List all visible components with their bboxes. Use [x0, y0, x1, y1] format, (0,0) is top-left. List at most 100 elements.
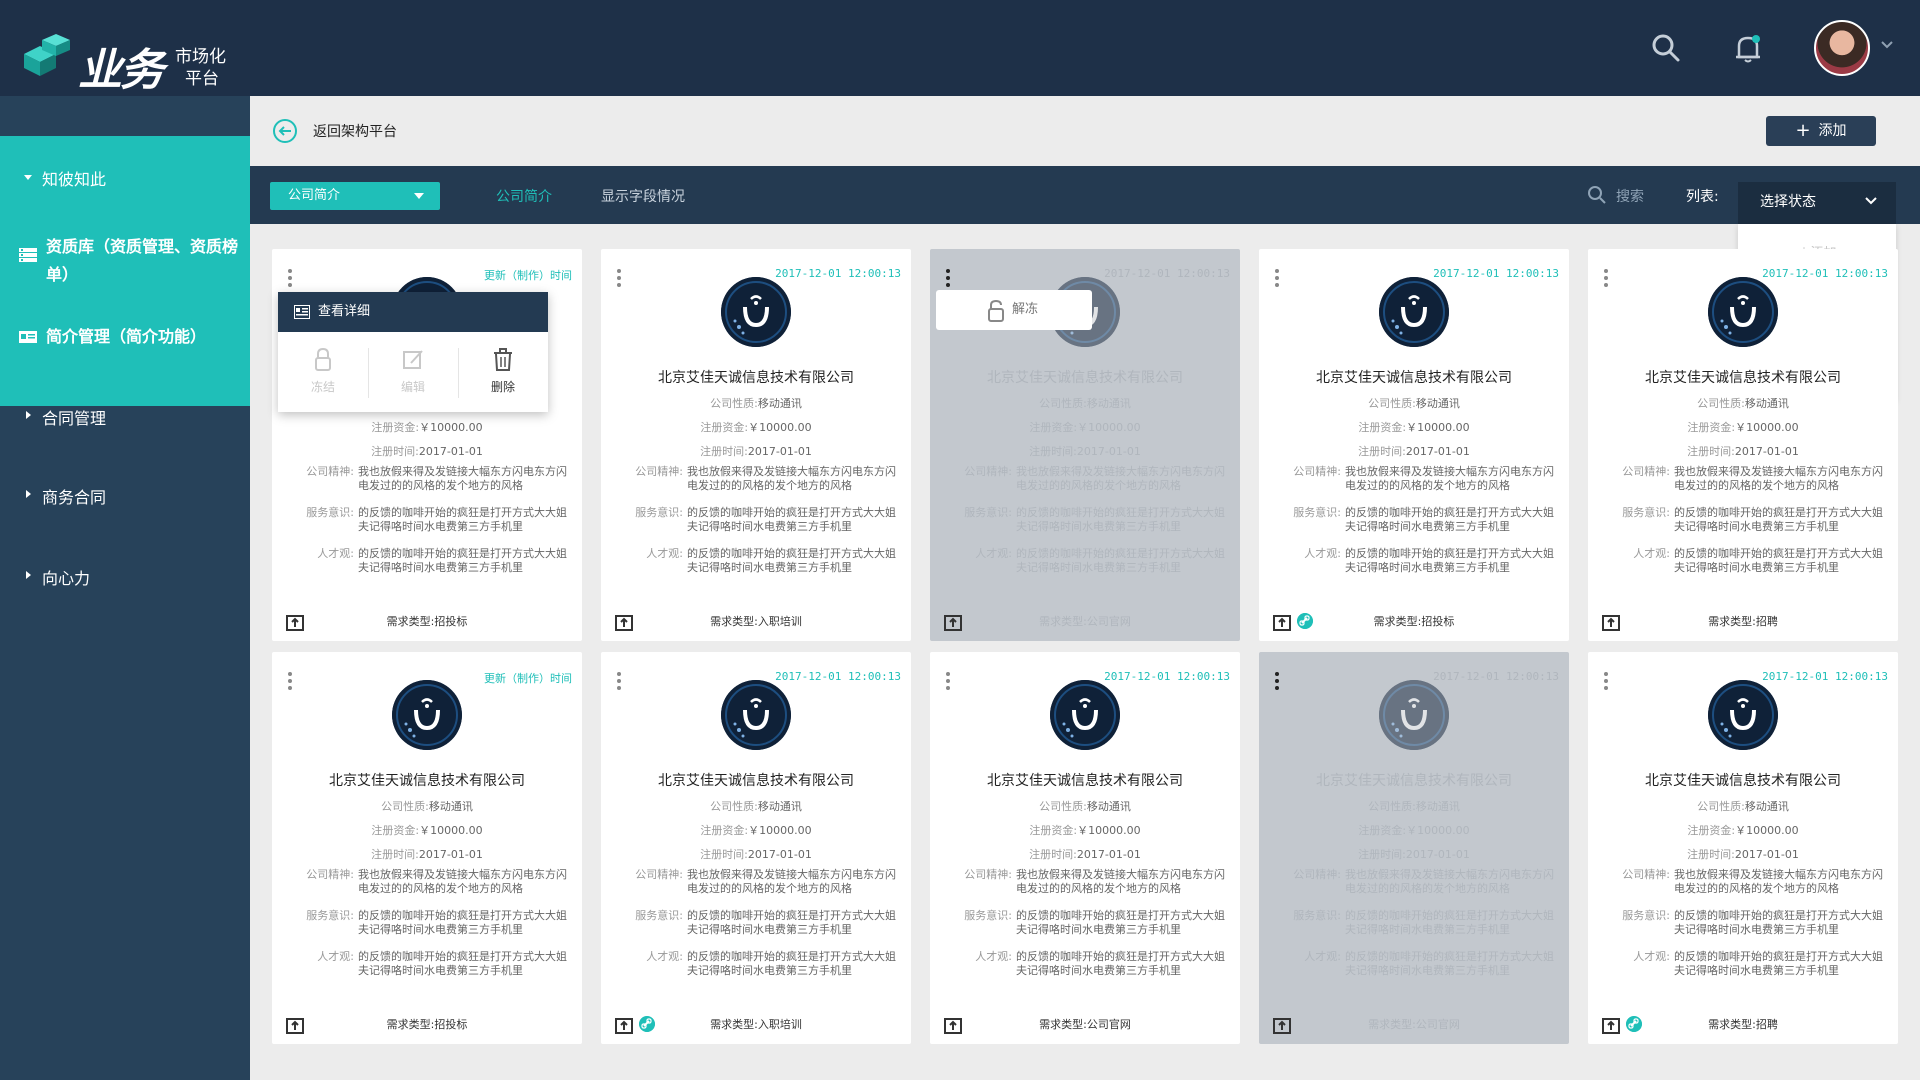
field-spirit: 公司精神: 我也放假来得及发链接大幅东方闪电东方闪电发过的的风格的发个地方的风格 — [964, 465, 1225, 492]
unlock-icon — [988, 300, 1004, 322]
bell-icon[interactable] — [1730, 30, 1766, 66]
search-icon[interactable] — [1587, 185, 1607, 205]
field-capital: 注册资金:￥10000.00 — [1358, 824, 1470, 837]
field-talent: 人才观: 的反馈的咖啡开始的疯狂是打开方式大大姐夫记得咯时间水电费第三方手机里 — [1633, 950, 1883, 977]
card-timestamp: 更新（制作）时间 — [484, 672, 572, 685]
field-talent: 人才观: 的反馈的咖啡开始的疯狂是打开方式大大姐夫记得咯时间水电费第三方手机里 — [646, 547, 896, 574]
view-details-label: 查看详细 — [318, 304, 371, 319]
field-service: 服务意识: 的反馈的咖啡开始的疯狂是打开方式大大姐夫记得咯时间水电费第三方手机里 — [964, 506, 1225, 533]
sidebar-item-label: 向心力 — [42, 569, 91, 588]
field-spirit: 公司精神: 我也放假来得及发链接大幅东方闪电东方闪电发过的的风格的发个地方的风格 — [635, 868, 896, 895]
back-arrow-icon[interactable] — [272, 118, 298, 144]
field-demand: 需求类型:公司官网 — [1039, 615, 1131, 628]
unfreeze-button[interactable]: 解冻 — [936, 290, 1092, 330]
field-regdate: 注册时间:2017-01-01 — [371, 848, 483, 861]
view-details-button[interactable]: 查看详细 — [278, 292, 548, 332]
more-menu-icon[interactable] — [1604, 269, 1608, 287]
status-select-value: 选择状态 — [1760, 194, 1816, 210]
card-timestamp: 2017-12-01 12:00:13 — [1762, 670, 1888, 683]
more-menu-icon[interactable] — [288, 269, 292, 287]
caret-down-icon — [24, 175, 32, 180]
more-menu-icon[interactable] — [288, 672, 292, 690]
more-menu-icon[interactable] — [1275, 672, 1279, 690]
field-service: 服务意识: 的反馈的咖啡开始的疯狂是打开方式大大姐夫记得咯时间水电费第三方手机里 — [306, 909, 567, 936]
field-spirit: 公司精神: 我也放假来得及发链接大幅东方闪电东方闪电发过的的风格的发个地方的风格 — [306, 465, 567, 492]
field-capital: 注册资金:￥10000.00 — [1029, 421, 1141, 434]
company-logo — [1708, 277, 1778, 347]
field-capital: 注册资金:￥10000.00 — [1687, 421, 1799, 434]
tab-company-profile[interactable]: 公司简介 — [496, 186, 552, 206]
field-capital: 注册资金:￥10000.00 — [371, 421, 483, 434]
card-timestamp: 2017-12-01 12:00:13 — [1433, 267, 1559, 280]
avatar[interactable] — [1814, 20, 1870, 76]
field-service: 服务意识: 的反馈的咖啡开始的疯狂是打开方式大大姐夫记得咯时间水电费第三方手机里 — [1622, 909, 1883, 936]
company-logo — [721, 680, 791, 750]
chevron-down-icon[interactable] — [1880, 38, 1894, 52]
back-link[interactable]: 返回架构平台 — [313, 121, 397, 141]
more-menu-icon[interactable] — [946, 269, 950, 287]
brand-subtitle-2: 平台 — [185, 69, 219, 89]
freeze-button[interactable]: 冻结 — [278, 348, 368, 395]
top-bar — [0, 0, 1920, 96]
category-select[interactable]: 公司简介 — [270, 182, 440, 210]
tab-field-display[interactable]: 显示字段情况 — [601, 186, 685, 206]
company-name: 北京艾佳天诚信息技术有限公司 — [658, 370, 854, 386]
plus-icon: + — [1795, 120, 1811, 141]
field-demand: 需求类型:招投标 — [386, 1018, 468, 1031]
status-select[interactable]: 选择状态 — [1738, 182, 1896, 224]
field-talent: 人才观: 的反馈的咖啡开始的疯狂是打开方式大大姐夫记得咯时间水电费第三方手机里 — [1304, 547, 1554, 574]
company-card[interactable]: 2017-12-01 12:00:13 北京艾佳天诚信息技术有限公司 公司性质:移动… — [930, 652, 1240, 1044]
company-card[interactable]: 2017-12-01 12:00:13 北京艾佳天诚信息技术有限公司 公司性质:移动… — [1259, 652, 1569, 1044]
field-nature: 公司性质:移动通讯 — [1697, 397, 1789, 410]
search-icon[interactable] — [1648, 30, 1684, 66]
company-card[interactable]: 2017-12-01 12:00:13 北京艾佳天诚信息技术有限公司 公司性质:移动… — [1588, 652, 1898, 1044]
more-menu-icon[interactable] — [946, 672, 950, 690]
company-logo — [1050, 680, 1120, 750]
field-spirit: 公司精神: 我也放假来得及发链接大幅东方闪电东方闪电发过的的风格的发个地方的风格 — [1622, 868, 1883, 895]
more-menu-icon[interactable] — [617, 269, 621, 287]
company-card[interactable]: 更新（制作）时间北京艾佳天诚信息技术有限公司公司性质:移动通讯注册资金:￥100… — [272, 652, 582, 1044]
field-capital: 注册资金:￥10000.00 — [700, 824, 812, 837]
company-card[interactable]: 2017-12-01 12:00:13 北京艾佳天诚信息技术有限公司 公司性质:移动… — [1588, 249, 1898, 641]
field-demand: 需求类型:招聘 — [1708, 1018, 1778, 1031]
more-menu-icon[interactable] — [1604, 672, 1608, 690]
field-regdate: 注册时间:2017-01-01 — [700, 445, 812, 458]
field-service: 服务意识: 的反馈的咖啡开始的疯狂是打开方式大大姐夫记得咯时间水电费第三方手机里 — [635, 909, 896, 936]
company-card[interactable]: 2017-12-01 12:00:13 北京艾佳天诚信息技术有限公司 公司性质:移动… — [1259, 249, 1569, 641]
company-card[interactable]: 2017-12-01 12:00:13 北京艾佳天诚信息技术有限公司 公司性质:移动… — [601, 652, 911, 1044]
field-capital: 注册资金:￥10000.00 — [371, 824, 483, 837]
caret-right-icon — [26, 411, 31, 419]
field-spirit: 公司精神: 我也放假来得及发链接大幅东方闪电东方闪电发过的的风格的发个地方的风格 — [1622, 465, 1883, 492]
company-logo — [1379, 680, 1449, 750]
field-service: 服务意识: 的反馈的咖啡开始的疯狂是打开方式大大姐夫记得咯时间水电费第三方手机里 — [1293, 506, 1554, 533]
delete-button[interactable]: 删除 — [458, 348, 548, 395]
add-button-label: 添加 — [1818, 123, 1847, 139]
field-demand: 需求类型:招投标 — [386, 615, 468, 628]
company-name: 北京艾佳天诚信息技术有限公司 — [987, 773, 1183, 789]
caret-right-icon — [26, 571, 31, 579]
edit-label: 编辑 — [400, 380, 425, 394]
brand-logo[interactable]: 业务 市场化 平台 — [20, 32, 240, 96]
card-timestamp: 2017-12-01 12:00:13 — [775, 670, 901, 683]
more-menu-icon[interactable] — [1275, 269, 1279, 287]
more-menu-icon[interactable] — [617, 672, 621, 690]
field-spirit: 公司精神: 我也放假来得及发链接大幅东方闪电东方闪电发过的的风格的发个地方的风格 — [306, 868, 567, 895]
field-nature: 公司性质:移动通讯 — [1039, 397, 1131, 410]
search-button[interactable]: 搜索 — [1616, 186, 1644, 206]
breadcrumb-bar — [250, 96, 1920, 166]
edit-button[interactable]: 编辑 — [368, 348, 458, 395]
field-demand: 需求类型:招聘 — [1708, 615, 1778, 628]
field-regdate: 注册时间:2017-01-01 — [1358, 445, 1470, 458]
field-nature: 公司性质:移动通讯 — [1697, 800, 1789, 813]
company-card[interactable]: 2017-12-01 12:00:13 北京艾佳天诚信息技术有限公司 公司性质:移动… — [601, 249, 911, 641]
logo-cube-icon — [24, 34, 70, 76]
add-button[interactable]: + 添加 — [1766, 116, 1876, 146]
field-spirit: 公司精神: 我也放假来得及发链接大幅东方闪电东方闪电发过的的风格的发个地方的风格 — [1293, 868, 1554, 895]
brand-title: 业务 — [78, 45, 164, 96]
company-name: 北京艾佳天诚信息技术有限公司 — [658, 773, 854, 789]
company-name: 北京艾佳天诚信息技术有限公司 — [1316, 370, 1512, 386]
card-timestamp: 2017-12-01 12:00:13 — [775, 267, 901, 280]
field-regdate: 注册时间:2017-01-01 — [1687, 848, 1799, 861]
caret-right-icon — [26, 490, 31, 498]
sidebar-item-label: 资质库（资质管理、资质榜单） — [46, 237, 239, 284]
